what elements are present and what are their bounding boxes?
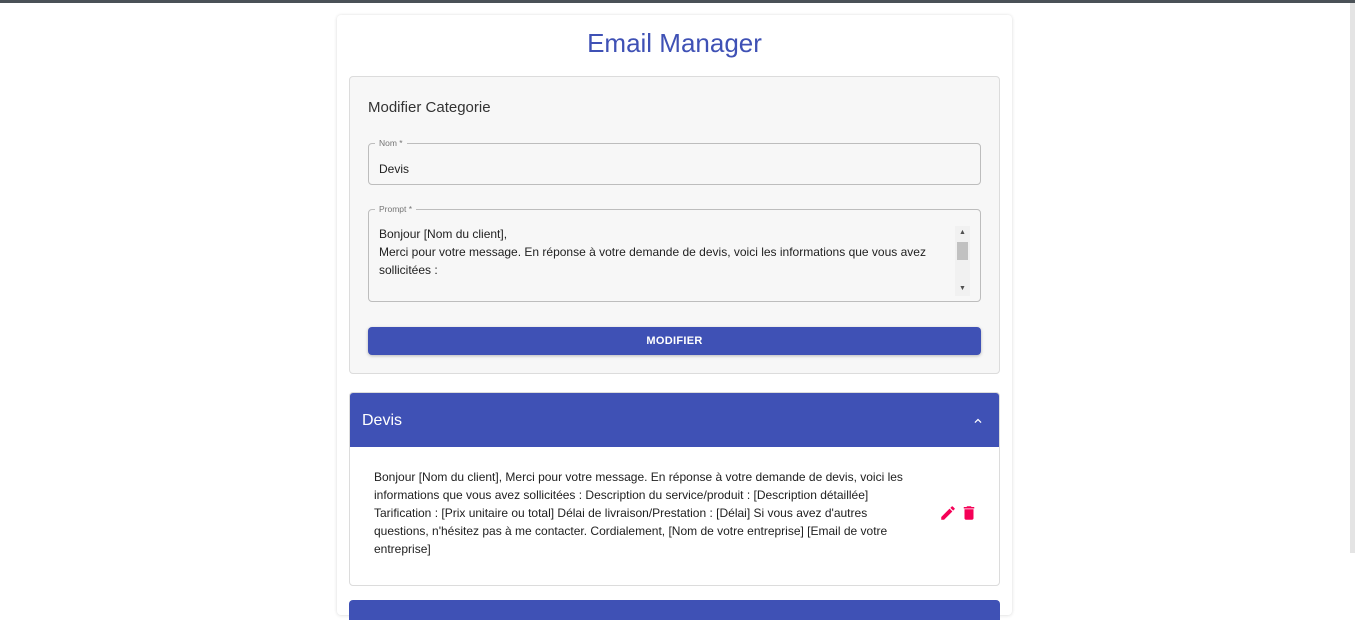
browser-top-bar (0, 0, 1355, 3)
prompt-scrollbar[interactable]: ▲ ▼ (955, 226, 970, 296)
name-field-label: Nom * (379, 138, 403, 148)
next-category-header[interactable] (349, 600, 1000, 620)
form-title: Modifier Categorie (368, 99, 491, 116)
name-input[interactable]: Devis (379, 162, 409, 176)
edit-category-form: Modifier Categorie Nom * Devis Prompt * … (349, 76, 1000, 374)
modify-button[interactable]: MODIFIER (368, 327, 981, 355)
accordion-header[interactable]: Devis (350, 393, 999, 447)
pencil-icon[interactable] (939, 504, 957, 522)
scroll-down-arrow-icon[interactable]: ▼ (955, 282, 970, 296)
prompt-line: Bonjour [Nom du client], (379, 227, 508, 241)
chevron-up-icon[interactable] (971, 414, 985, 428)
prompt-line: Merci pour votre message. En réponse à v… (379, 245, 930, 277)
prompt-field-label: Prompt * (379, 204, 413, 214)
page-title: Email Manager (587, 28, 762, 58)
prompt-field[interactable]: Prompt * Bonjour [Nom du client], Merci … (368, 204, 981, 302)
name-field[interactable]: Nom * Devis (368, 138, 981, 185)
page-scrollbar[interactable] (1350, 3, 1355, 553)
scrollbar-thumb[interactable] (957, 242, 968, 260)
scroll-up-arrow-icon[interactable]: ▲ (955, 226, 970, 240)
trash-icon[interactable] (960, 504, 978, 522)
category-title: Devis (362, 412, 403, 429)
category-content: Bonjour [Nom du client], Merci pour votr… (374, 470, 903, 556)
email-manager-card: Email Manager Modifier Categorie Nom * D… (337, 15, 1012, 620)
category-accordion: Devis Bonjour [Nom du client], Merci pou… (349, 392, 1000, 586)
prompt-textarea[interactable]: Bonjour [Nom du client], Merci pour votr… (379, 225, 949, 297)
